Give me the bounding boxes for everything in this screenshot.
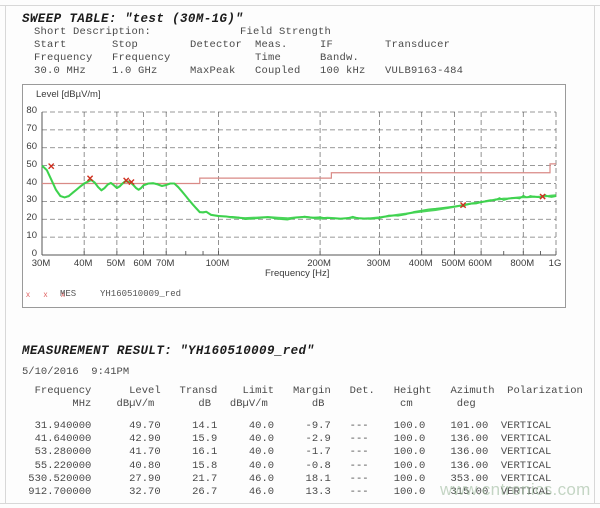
measurement-table-rows: 31.940000 49.70 14.1 40.0 -9.7 --- 100.0…: [22, 420, 551, 499]
chart-x-tick-label: 70M: [156, 258, 174, 269]
chart-x-tick-label: 200M: [307, 258, 331, 269]
chart-x-tick-label: 600M: [468, 258, 492, 269]
sweep-columns-line1: Start Stop Detector Meas. IF Transducer: [34, 39, 450, 51]
chart-y-axis-label: Level [dBµV/m]: [36, 89, 101, 100]
chart-y-tick-label: 40: [19, 177, 37, 188]
chart-legend: x x x MES YH160510009_red: [22, 286, 566, 306]
chart-x-tick-label: 500M: [442, 258, 466, 269]
page-border-right: [594, 5, 595, 503]
table-row: 31.940000 49.70 14.1 40.0 -9.7 --- 100.0…: [22, 420, 551, 433]
sweep-table-title: SWEEP TABLE: "test (30M-1G)": [22, 12, 243, 26]
table-row: 41.640000 42.90 15.9 40.0 -2.9 --- 100.0…: [22, 433, 551, 446]
short-description-value: Field Strength: [240, 26, 331, 38]
table-row: 55.220000 40.80 15.8 40.0 -0.8 --- 100.0…: [22, 460, 551, 473]
chart-x-tick-label: 800M: [510, 258, 534, 269]
chart-x-tick-label: 60M: [133, 258, 151, 269]
chart-y-tick-label: 70: [19, 123, 37, 134]
chart-x-tick-label: 30M: [32, 258, 50, 269]
short-description-label: Short Description:: [34, 26, 151, 38]
chart-x-tick-label: 40M: [74, 258, 92, 269]
chart-x-tick-label: 1G: [549, 258, 562, 269]
report-page: SWEEP TABLE: "test (30M-1G)" Short Descr…: [0, 0, 600, 508]
chart-x-tick-label: 50M: [107, 258, 125, 269]
chart-x-tick-label: 400M: [409, 258, 433, 269]
chart-x-axis-label: Frequency [Hz]: [265, 268, 329, 279]
sweep-values-line: 30.0 MHz 1.0 GHz MaxPeak Coupled 100 kHz…: [34, 65, 463, 77]
measurement-table-header: Frequency Level Transd Limit Margin Det.…: [22, 385, 583, 411]
table-row: 912.700000 32.70 26.7 46.0 13.3 --- 100.…: [22, 486, 551, 499]
page-border-left: [5, 5, 6, 503]
chart-x-tick-label: 300M: [367, 258, 391, 269]
sweep-columns-line2: Frequency Frequency Time Bandw.: [34, 52, 359, 64]
chart-y-tick-label: 60: [19, 141, 37, 152]
page-border-bottom: [0, 503, 600, 504]
chart-y-tick-label: 50: [19, 159, 37, 170]
table-row: 530.520000 27.90 21.7 46.0 18.1 --- 100.…: [22, 473, 551, 486]
measurement-header-line1: Frequency Level Transd Limit Margin Det.…: [22, 385, 583, 397]
chart-y-tick-label: 20: [19, 212, 37, 223]
legend-trace-name: YH160510009_red: [100, 289, 181, 299]
chart-x-tick-label: 100M: [206, 258, 230, 269]
measurement-header-line2: MHz dBµV/m dB dBµV/m dB cm deg: [22, 398, 476, 410]
measurement-datetime: 5/10/2016 9:41PM: [22, 366, 129, 378]
legend-trace-type: MES: [60, 289, 76, 299]
chart-y-tick-label: 10: [19, 230, 37, 241]
chart-y-tick-label: 30: [19, 194, 37, 205]
chart-marker-x-icon: [49, 164, 54, 169]
page-border-top: [0, 5, 600, 6]
table-row: 53.280000 41.70 16.1 40.0 -1.7 --- 100.0…: [22, 446, 551, 459]
chart-y-tick-label: 80: [19, 105, 37, 116]
measurement-result-title: MEASUREMENT RESULT: "YH160510009_red": [22, 344, 314, 358]
